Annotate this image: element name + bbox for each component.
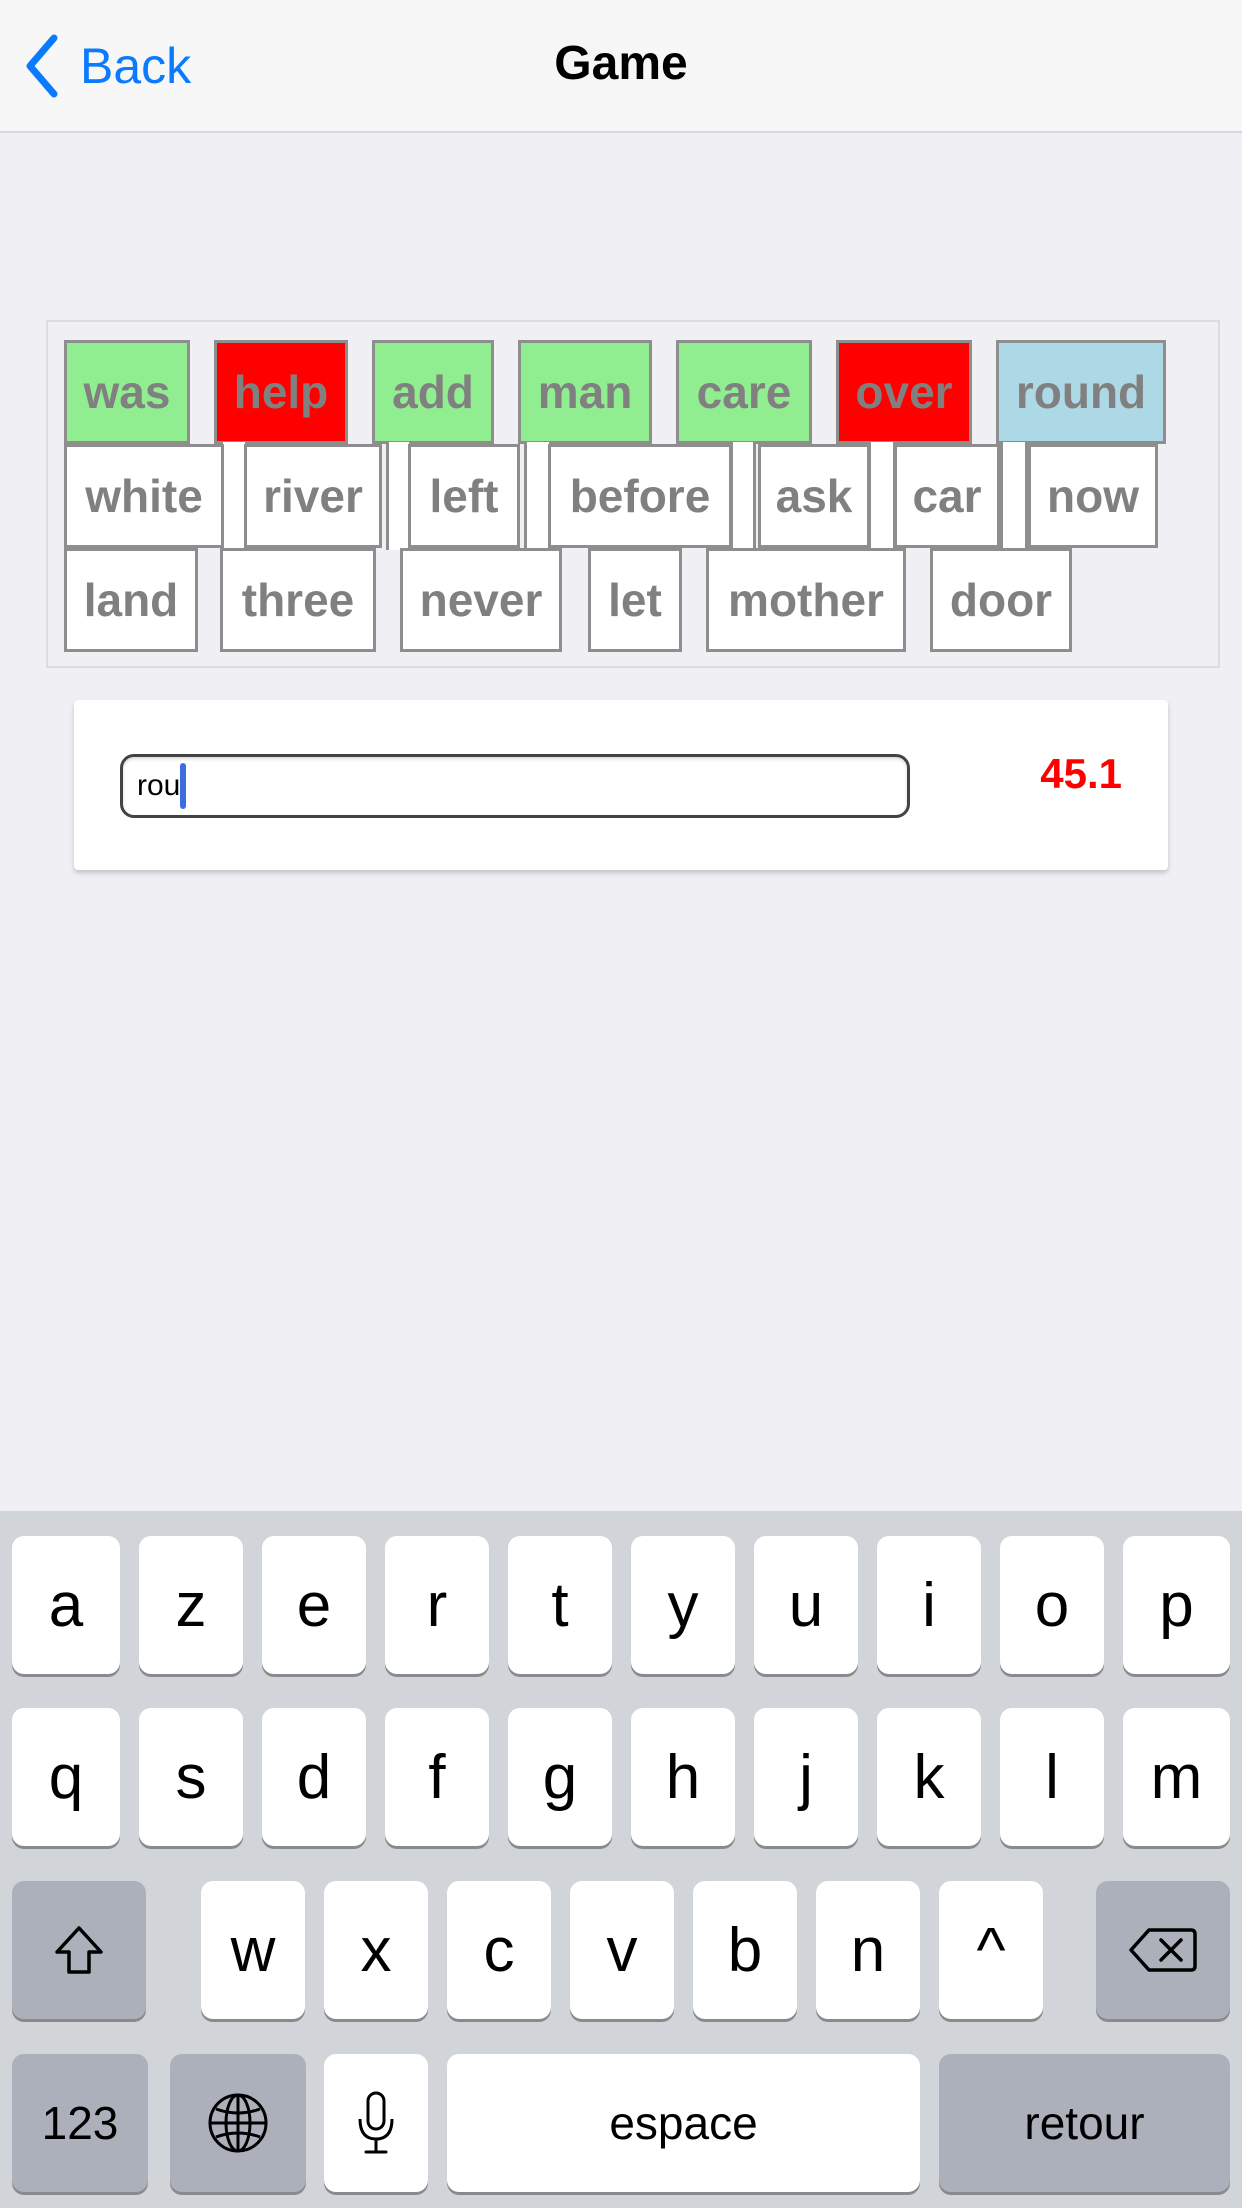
word-panel: was help add man care over round white r… (46, 320, 1220, 668)
key[interactable]: l (1000, 1708, 1104, 1846)
delete-icon (1129, 1928, 1197, 1972)
return-key-label: retour (1024, 2097, 1145, 2149)
page-title: Game (554, 37, 688, 90)
microphone-key[interactable] (324, 2054, 428, 2192)
key[interactable]: x (324, 1881, 428, 2019)
key[interactable]: q (12, 1708, 120, 1846)
word-tile[interactable]: was (64, 340, 190, 444)
space-key-label: espace (609, 2097, 758, 2149)
space-key[interactable]: espace (447, 2054, 920, 2192)
globe-key[interactable] (170, 2054, 306, 2192)
key[interactable]: a (12, 1536, 120, 1674)
key[interactable]: ^ (939, 1881, 1043, 2019)
key[interactable]: b (693, 1881, 797, 2019)
word-input-value: rou (137, 769, 181, 802)
tile-gap (730, 442, 756, 550)
word-tile[interactable]: before (548, 444, 732, 548)
key[interactable]: z (139, 1536, 243, 1674)
input-card: rou 45.1 (74, 700, 1168, 870)
word-tile[interactable]: round (996, 340, 1166, 444)
key[interactable]: v (570, 1881, 674, 2019)
key[interactable]: y (631, 1536, 735, 1674)
key[interactable]: d (262, 1708, 366, 1846)
word-tile[interactable]: river (244, 444, 382, 548)
word-tile[interactable]: let (588, 548, 682, 652)
key[interactable]: o (1000, 1536, 1104, 1674)
word-tile[interactable]: left (408, 444, 520, 548)
word-tile[interactable]: three (220, 548, 376, 652)
word-tile[interactable]: over (836, 340, 972, 444)
key[interactable]: k (877, 1708, 981, 1846)
word-tile[interactable]: man (518, 340, 652, 444)
return-key[interactable]: retour (939, 2054, 1230, 2192)
word-tile[interactable]: never (400, 548, 562, 652)
word-tile[interactable]: help (214, 340, 348, 444)
keyboard: a z e r t y u i o p q s d f g h j k l m … (0, 1511, 1242, 2208)
key[interactable]: m (1123, 1708, 1230, 1846)
shift-icon (55, 1926, 103, 1974)
key[interactable]: j (754, 1708, 858, 1846)
navigation-bar: Back Game (0, 0, 1242, 133)
tile-gap (868, 442, 896, 550)
key[interactable]: e (262, 1536, 366, 1674)
key[interactable]: n (816, 1881, 920, 2019)
word-tile[interactable]: mother (706, 548, 906, 652)
word-tile[interactable]: now (1028, 444, 1158, 548)
key[interactable]: h (631, 1708, 735, 1846)
numbers-key-label: 123 (41, 2097, 119, 2149)
text-caret (180, 763, 187, 809)
key[interactable]: w (201, 1881, 305, 2019)
word-tile[interactable]: care (676, 340, 812, 444)
shift-key[interactable] (12, 1881, 146, 2019)
key[interactable]: r (385, 1536, 489, 1674)
word-tile[interactable]: ask (758, 444, 870, 548)
key[interactable]: s (139, 1708, 243, 1846)
word-tile[interactable]: door (930, 548, 1072, 652)
key[interactable]: c (447, 1881, 551, 2019)
word-tile[interactable]: white (64, 444, 224, 548)
timer-value: 45.1 (1040, 750, 1122, 797)
numbers-key[interactable]: 123 (12, 2054, 148, 2192)
microphone-icon (358, 2091, 394, 2154)
key[interactable]: p (1123, 1536, 1230, 1674)
globe-icon (208, 2093, 268, 2153)
key[interactable]: u (754, 1536, 858, 1674)
key[interactable]: t (508, 1536, 612, 1674)
key[interactable]: g (508, 1708, 612, 1846)
tile-gap (1000, 442, 1028, 550)
word-tile[interactable]: land (64, 548, 198, 652)
delete-key[interactable] (1096, 1881, 1230, 2019)
key[interactable]: f (385, 1708, 489, 1846)
key[interactable]: i (877, 1536, 981, 1674)
word-input[interactable]: rou (120, 754, 910, 818)
word-tile[interactable]: car (894, 444, 1000, 548)
word-tile[interactable]: add (372, 340, 494, 444)
